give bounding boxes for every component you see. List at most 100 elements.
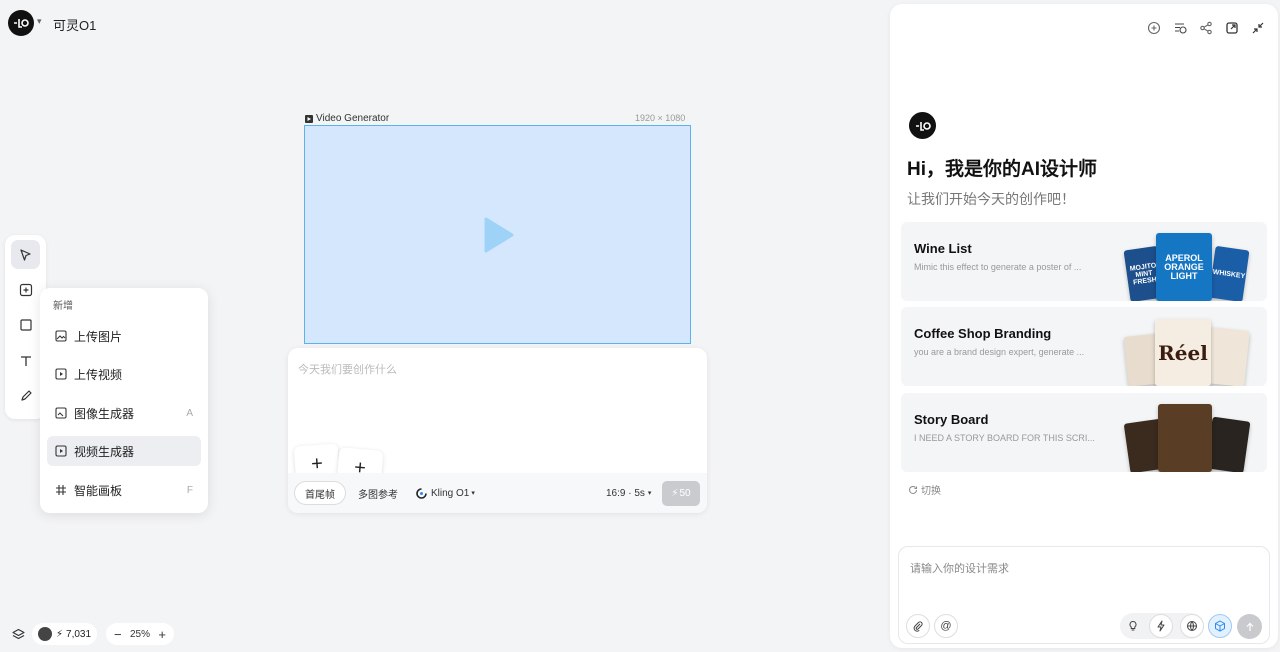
menu-item-image-generator[interactable]: 图像生成器 A xyxy=(47,398,201,428)
video-frame[interactable] xyxy=(304,125,691,344)
add-square-icon xyxy=(19,283,32,296)
lightning-icon xyxy=(1157,620,1165,632)
pen-icon xyxy=(20,389,32,401)
share-icon xyxy=(1200,21,1212,35)
first-last-frame-tab[interactable]: 首尾帧 xyxy=(294,481,346,505)
text-tool-button[interactable] xyxy=(11,346,40,375)
coffee-brand-image: Réel xyxy=(1155,319,1211,386)
menu-item-upload-video[interactable]: 上传视频 xyxy=(47,359,201,389)
settings-select[interactable]: 16:9 · 5s ▾ xyxy=(596,481,661,505)
plus-circle-icon xyxy=(1147,21,1161,35)
card-thumbnails: Réel xyxy=(1123,307,1263,386)
refresh-icon xyxy=(909,485,917,494)
add-menu-header: 新增 xyxy=(53,301,73,312)
menu-item-upload-image[interactable]: 上传图片 xyxy=(47,321,201,351)
frame-label[interactable]: Video Generator xyxy=(305,113,389,124)
switch-label: 切换 xyxy=(921,486,941,497)
app-logo[interactable] xyxy=(8,10,34,36)
template-card-story-board[interactable]: Story Board I NEED A STORY BOARD FOR THI… xyxy=(901,393,1267,472)
template-card-wine-list[interactable]: Wine List Mimic this effect to generate … xyxy=(901,222,1267,301)
card-title: Story Board xyxy=(914,412,989,427)
export-button[interactable] xyxy=(1224,20,1240,36)
prompt-toolbar: 首尾帧 多图参考 Kling O1 ▾ 16:9 · 5s ▾ ⚡ 50 xyxy=(288,473,707,513)
model-label: Kling O1 xyxy=(431,487,470,499)
settings-label: 16:9 · 5s xyxy=(606,487,645,499)
logo-icon xyxy=(14,19,29,28)
video-icon xyxy=(55,368,67,380)
pen-tool-button[interactable] xyxy=(11,381,40,410)
layers-button[interactable] xyxy=(8,623,28,645)
credits-value: 7,031 xyxy=(66,628,92,640)
shortcut-key: F xyxy=(186,484,193,496)
assistant-greeting: Hi，我是你的AI设计师 xyxy=(907,159,1098,180)
chevron-down-icon[interactable]: ▾ xyxy=(37,16,42,27)
kling-logo-icon xyxy=(416,487,427,499)
credits-pill[interactable]: ⚡ 7,031 xyxy=(32,623,98,645)
collapse-button[interactable] xyxy=(1250,20,1266,36)
model-select[interactable]: Kling O1 ▾ xyxy=(406,481,485,505)
chat-input[interactable]: 请输入你的设计需求 xyxy=(910,560,1009,576)
generate-button[interactable]: ⚡ 50 xyxy=(662,481,700,506)
menu-item-video-generator[interactable]: 视频生成器 xyxy=(47,436,201,466)
cursor-icon xyxy=(19,248,31,261)
zoom-level: 25% xyxy=(129,628,150,640)
video-generate-icon xyxy=(55,445,67,457)
text-icon xyxy=(20,355,31,366)
card-thumbnails: MOJITO MINT FRESH WHISKEY APEROL ORANGE … xyxy=(1123,222,1263,301)
zoom-out-button[interactable]: − xyxy=(114,627,122,642)
menu-item-label: 上传视频 xyxy=(74,367,123,382)
card-description: I NEED A STORY BOARD FOR THIS SCRI... xyxy=(914,433,1095,443)
avatar xyxy=(38,627,52,641)
prompt-input[interactable]: 今天我们要创作什么 xyxy=(298,361,397,377)
history-icon xyxy=(1175,23,1187,34)
arrow-up-icon xyxy=(1246,622,1253,631)
brand-text: Réel xyxy=(1158,340,1208,365)
card-thumbnails xyxy=(1123,393,1263,472)
logo-icon xyxy=(915,121,931,131)
story-frame-image xyxy=(1158,404,1212,472)
3d-mode-button[interactable] xyxy=(1208,614,1232,638)
paperclip-icon xyxy=(913,621,923,632)
add-tool-button[interactable] xyxy=(11,275,40,304)
assistant-header-icons xyxy=(1146,20,1266,36)
web-search-button[interactable] xyxy=(1180,614,1204,638)
lightbulb-icon xyxy=(1129,620,1137,631)
switch-templates-button[interactable]: 切换 xyxy=(908,482,941,497)
frame-label-text: Video Generator xyxy=(316,113,390,124)
share-button[interactable] xyxy=(1198,20,1214,36)
menu-item-label: 视频生成器 xyxy=(74,444,135,459)
cube-icon xyxy=(1215,620,1225,632)
chat-input-box[interactable]: 请输入你的设计需求 @ xyxy=(898,546,1270,644)
menu-item-smart-board[interactable]: 智能画板 F xyxy=(47,475,201,505)
at-icon: @ xyxy=(940,620,952,632)
assistant-subtitle: 让我们开始今天的创作吧！ xyxy=(907,191,1075,207)
poster-aperol: APEROL ORANGE LIGHT xyxy=(1156,233,1212,301)
assistant-logo xyxy=(909,112,936,139)
card-title: Coffee Shop Branding xyxy=(914,326,1052,341)
story-frame-image xyxy=(1205,416,1251,472)
frame-tool-button[interactable] xyxy=(11,310,40,339)
menu-item-label: 上传图片 xyxy=(74,329,123,344)
fast-mode-button[interactable] xyxy=(1149,614,1173,638)
zoom-control: − 25% + xyxy=(106,623,174,645)
attach-button[interactable] xyxy=(906,614,930,638)
zoom-in-button[interactable]: + xyxy=(158,627,166,642)
card-description: you are a brand design expert, generate … xyxy=(914,347,1085,357)
new-chat-button[interactable] xyxy=(1146,20,1162,36)
template-card-coffee-branding[interactable]: Coffee Shop Branding you are a brand des… xyxy=(901,307,1267,386)
multi-ref-tab[interactable]: 多图参考 xyxy=(348,481,408,505)
poster-whiskey: WHISKEY xyxy=(1208,245,1250,301)
prompt-panel: 今天我们要创作什么 + + 首尾帧 多图参考 Kling O1 ▾ 16:9 ·… xyxy=(288,348,707,513)
app-title: 可灵O1 xyxy=(53,18,97,33)
idea-mode-button[interactable] xyxy=(1121,614,1145,638)
send-button[interactable] xyxy=(1237,614,1262,639)
menu-item-label: 智能画板 xyxy=(74,483,123,498)
mention-button[interactable]: @ xyxy=(934,614,958,638)
play-icon xyxy=(484,217,514,253)
collapse-icon xyxy=(1252,22,1264,34)
select-tool-button[interactable] xyxy=(11,240,40,269)
play-icon xyxy=(305,114,313,123)
assistant-panel: Hi，我是你的AI设计师 让我们开始今天的创作吧！ Wine List Mimi… xyxy=(890,4,1278,648)
shortcut-key: A xyxy=(186,407,193,419)
history-button[interactable] xyxy=(1172,20,1188,36)
